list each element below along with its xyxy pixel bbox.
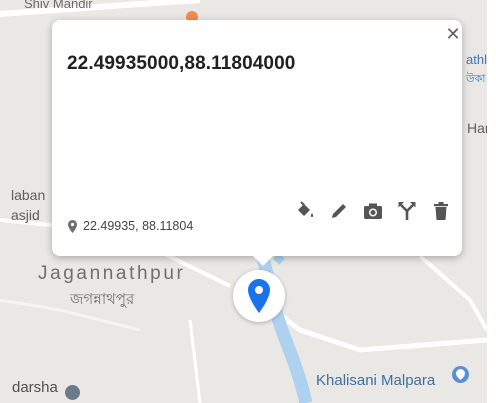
map-label-partial-left-1: laban — [11, 187, 46, 203]
map-label-partial-right-2: উকা — [466, 73, 486, 85]
popup-title: 22.49935000,88.11804000 — [67, 53, 296, 74]
location-marker[interactable] — [233, 270, 285, 322]
map-label-shiv-mandir: Shiv Mandir — [24, 0, 93, 11]
map-label-partial-left-2: asjid — [11, 207, 40, 223]
poi-pin-icon[interactable] — [452, 366, 469, 383]
popup-pointer — [252, 255, 274, 266]
paint-bucket-icon[interactable] — [295, 200, 315, 222]
coords-row: 22.49935, 88.11804 — [68, 218, 193, 234]
pencil-icon[interactable] — [329, 200, 349, 222]
map-label-partial-right-3: Har — [467, 120, 487, 136]
map-label-darsha: darsha — [12, 379, 58, 396]
map-label-jagannathpur: Jagannathpur — [38, 263, 186, 284]
trash-icon[interactable] — [431, 200, 451, 222]
map-label-khalisani-malpara: Khalisani Malpara — [316, 372, 436, 389]
location-pin-icon — [248, 279, 270, 313]
map-label-partial-right-1: athle — [466, 52, 487, 67]
map-label-jagannathpur-bengali: জগন্নাথপুর — [70, 291, 135, 308]
poi-landmark-icon[interactable] — [65, 385, 80, 400]
camera-icon[interactable] — [363, 200, 383, 222]
location-pin-icon — [68, 219, 77, 233]
close-icon[interactable]: ✕ — [444, 25, 462, 43]
popup-toolbar — [295, 200, 451, 222]
coords-text: 22.49935, 88.11804 — [83, 219, 194, 233]
info-popup: ✕ 22.49935000,88.11804000 22.49935, 88.1… — [52, 20, 462, 256]
directions-icon[interactable] — [397, 200, 417, 222]
